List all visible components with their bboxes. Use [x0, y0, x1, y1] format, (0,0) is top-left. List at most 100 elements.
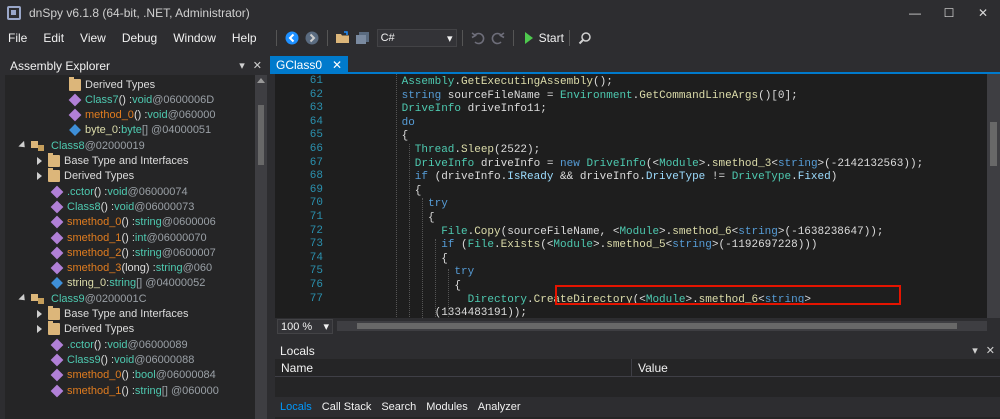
tree-item-text: string [134, 216, 162, 229]
menu-edit[interactable]: Edit [35, 31, 72, 45]
tree-item-text: void [107, 338, 128, 351]
close-icon[interactable]: ✕ [332, 58, 342, 72]
tree-item[interactable]: Class9 @0200001C [18, 291, 147, 306]
menu-file[interactable]: File [0, 31, 35, 45]
collapsed-arrow-icon[interactable] [37, 172, 42, 181]
tree-item-text: () : [121, 369, 135, 382]
tree-item[interactable]: smethod_0() : bool @06000084 [50, 368, 216, 383]
highlight-annotation [555, 285, 901, 305]
code-area[interactable]: Assembly. GetExecutingAssembly(); string s… [331, 74, 987, 318]
menu-help[interactable]: Help [224, 31, 265, 45]
dropdown-icon[interactable]: ▾ [239, 59, 245, 72]
language-select[interactable]: C# ▾ [376, 29, 457, 47]
menu-debug[interactable]: Debug [114, 31, 165, 45]
tree-item[interactable]: Derived Types [69, 76, 155, 92]
tree-item[interactable]: smethod_0() : string @0600006 [50, 215, 216, 230]
tree-item[interactable]: byte_0 : byte[] @04000051 [69, 123, 211, 138]
assembly-tree: Derived Types Class7() : void @0600006D me… [5, 75, 255, 419]
method-icon [50, 261, 64, 275]
tab-analyzer[interactable]: Analyzer [473, 401, 526, 413]
editor-vertical-scrollbar[interactable] [987, 74, 1000, 318]
collapsed-arrow-icon[interactable] [37, 325, 42, 334]
editor-horizontal-scrollbar[interactable] [337, 321, 987, 331]
tree-item[interactable]: Base Type and Interfaces [37, 306, 189, 322]
tab-gclass0[interactable]: GClass0 ✕ [270, 56, 349, 73]
scrollbar-thumb[interactable] [990, 122, 997, 166]
tab-call-stack[interactable]: Call Stack [317, 401, 377, 413]
tree-item[interactable]: Class9() : void @06000088 [50, 352, 194, 367]
code-line[interactable]: { [415, 184, 422, 199]
forward-icon[interactable] [303, 29, 321, 47]
indent-guide [395, 74, 397, 318]
close-icon[interactable]: ✕ [986, 344, 995, 357]
code-line[interactable]: if (driveInfo.IsReady && driveInfo.Drive… [415, 170, 838, 185]
class-icon [31, 293, 47, 305]
code-token: >(-1192697228))) [711, 239, 818, 252]
zoom-select[interactable]: 100 % ▾ [277, 319, 333, 334]
code-line[interactable]: { [402, 129, 409, 144]
column-name[interactable]: Name [275, 359, 632, 376]
tree-item-text: void [114, 353, 135, 366]
back-icon[interactable] [283, 29, 301, 47]
tree-item[interactable]: smethod_3 (long) : string @060 [50, 261, 212, 276]
tree-item[interactable]: .cctor() : void @06000089 [50, 337, 188, 352]
locals-header: Locals ▾ ✕ [275, 342, 1000, 359]
code-line[interactable]: if (File.Exists(<Module>.smethod_5<strin… [441, 238, 817, 253]
tree-item-text: Class9 [51, 292, 85, 305]
tab-modules[interactable]: Modules [421, 401, 473, 413]
code-line[interactable]: { [441, 252, 448, 267]
menu-view[interactable]: View [72, 31, 114, 45]
tree-item[interactable]: smethod_1() : string[] @060000 [50, 383, 219, 398]
code-token: (< [645, 157, 660, 170]
save-all-icon[interactable] [354, 29, 372, 47]
minimize-button[interactable]: — [898, 0, 932, 26]
scroll-up-icon[interactable] [257, 78, 265, 83]
maximize-button[interactable]: ☐ [932, 0, 966, 26]
scrollbar-thumb[interactable] [258, 105, 264, 165]
undo-icon[interactable] [469, 29, 487, 47]
expanded-arrow-icon[interactable] [18, 141, 28, 151]
menu-window[interactable]: Window [165, 31, 224, 45]
class-icon [31, 140, 47, 152]
collapsed-arrow-icon[interactable] [37, 157, 42, 165]
dropdown-icon[interactable]: ▾ [972, 344, 978, 357]
code-token: driveInfo11; [461, 103, 547, 116]
method-icon [50, 338, 64, 351]
tree-item[interactable]: string_0 : string[] @04000052 [51, 276, 205, 291]
tree-item[interactable]: Class8 @02000019 [18, 138, 145, 153]
assembly-explorer-header: Assembly Explorer ▾ ✕ [5, 56, 267, 75]
redo-icon[interactable] [489, 29, 507, 47]
code-token: (driveInfo. [428, 171, 508, 184]
tree-item[interactable]: smethod_2() : string @0600007 [50, 245, 216, 260]
tree-item-text: bool [134, 369, 156, 382]
tree-item[interactable]: Class7() : void @0600006D [68, 92, 214, 107]
chevron-down-icon: ▾ [323, 321, 329, 333]
explorer-scrollbar[interactable] [255, 75, 267, 419]
tree-item[interactable]: Derived Types [37, 321, 134, 337]
debug-tabs: Locals Call Stack Search Modules Analyze… [275, 397, 1000, 417]
tree-item[interactable]: .cctor() : void @06000074 [50, 184, 188, 199]
code-line[interactable]: { [454, 279, 461, 294]
zoom-value: 100 % [281, 320, 313, 333]
tree-item-text: @0600007 [161, 246, 216, 259]
tree-item[interactable]: method_0() : void @060000 [68, 108, 215, 123]
start-button[interactable]: Start [524, 31, 564, 45]
code-token: IsReady [507, 171, 554, 184]
open-folder-icon[interactable] [334, 29, 352, 47]
close-icon[interactable]: ✕ [253, 59, 262, 72]
tab-locals[interactable]: Locals [275, 401, 317, 413]
tree-item[interactable]: smethod_1() : int @06000070 [50, 230, 207, 245]
tab-search[interactable]: Search [376, 401, 421, 413]
code-editor[interactable]: 61 62 63 64 65 66 67 68 69 70 71 72 73 74 75 76 77 Assem… [275, 74, 987, 318]
code-line[interactable]: { [428, 211, 435, 226]
code-line[interactable]: DriveInfo driveInfo11; [402, 102, 547, 117]
expanded-arrow-icon[interactable] [18, 294, 28, 304]
search-icon[interactable] [576, 29, 594, 47]
tree-item[interactable]: Derived Types [37, 168, 134, 184]
tree-item[interactable]: Base Type and Interfaces [37, 153, 189, 169]
tree-item[interactable]: Class8() : void @06000073 [50, 199, 194, 214]
collapsed-arrow-icon[interactable] [37, 310, 42, 318]
close-button[interactable]: ✕ [966, 0, 1000, 26]
scrollbar-thumb[interactable] [357, 323, 957, 329]
column-value[interactable]: Value [632, 359, 1000, 376]
